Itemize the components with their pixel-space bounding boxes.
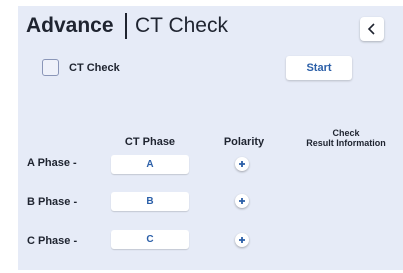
polarity-c-button[interactable] — [235, 233, 249, 247]
title-divider — [125, 13, 127, 39]
chevron-left-icon — [367, 23, 375, 35]
row-label-c: C Phase - — [27, 235, 78, 247]
polarity-b-button[interactable] — [235, 194, 249, 208]
row-label-b: B Phase - — [27, 196, 78, 208]
check-header-line1: Check — [332, 128, 360, 138]
check-result-header: Check Result Information — [296, 128, 396, 148]
phase-a-box[interactable]: A — [111, 155, 189, 174]
polarity-a-button[interactable] — [235, 157, 249, 171]
plus-icon — [239, 237, 245, 243]
check-header-line2: Result Information — [306, 138, 386, 148]
page-title-ct-check: CT Check — [135, 14, 228, 37]
back-button[interactable] — [360, 17, 384, 41]
ct-check-label: CT Check — [69, 62, 120, 74]
polarity-header: Polarity — [223, 136, 265, 148]
start-button[interactable]: Start — [286, 56, 352, 80]
plus-icon — [239, 161, 245, 167]
phase-c-box[interactable]: C — [111, 230, 189, 249]
phase-b-box[interactable]: B — [111, 192, 189, 211]
ct-phase-header: CT Phase — [124, 136, 176, 148]
row-label-a: A Phase - — [27, 157, 77, 169]
ct-check-checkbox[interactable] — [42, 59, 59, 76]
plus-icon — [239, 198, 245, 204]
page-title-advance: Advance — [26, 14, 114, 37]
